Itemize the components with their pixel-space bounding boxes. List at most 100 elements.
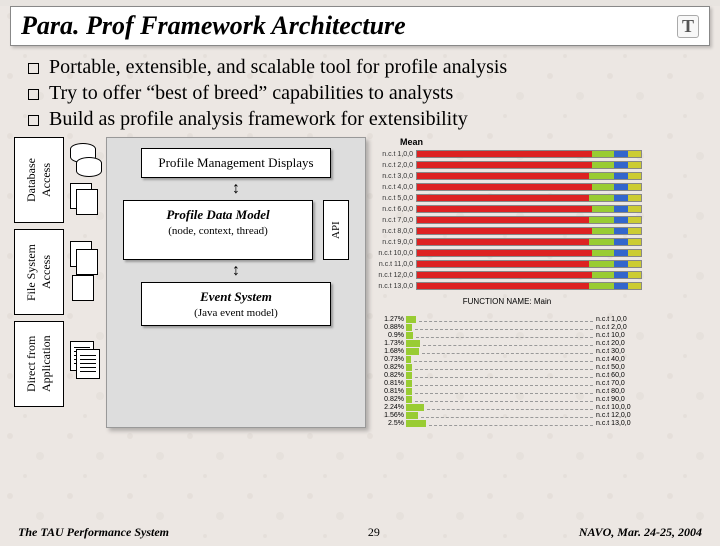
mini-pct: 0.73% [372,356,406,363]
mini-dash [427,406,593,410]
mini-pct: 0.81% [372,388,406,395]
bar-label: n.c.t 8,0,0 [372,228,416,235]
mini-bar [406,388,412,395]
chart-title: Mean [400,137,642,147]
bullet-item: Portable, extensible, and scalable tool … [28,56,692,79]
mini-dash [415,374,593,378]
bar-label: n.c.t 3,0,0 [372,173,416,180]
bar-track [416,150,642,158]
mini-row: 2.5%n.c.t 13,0,0 [372,420,642,427]
mini-row: 0.73%n.c.t 40,0 [372,356,642,363]
mini-bar [406,412,418,419]
mini-dash [422,350,593,354]
mini-end: n.c.t 20,0 [596,340,642,347]
mini-end: n.c.t 30,0 [596,348,642,355]
mini-dash [421,414,593,418]
bar-rows: n.c.t 1,0,0 n.c.t 2,0,0 n.c.t 3,0,0 n.c.t 4… [372,149,642,291]
application-icon [68,321,102,407]
mini-dash [419,318,593,322]
bar-label: n.c.t 2,0,0 [372,162,416,169]
bar-row: n.c.t 10,0,0 [372,248,642,258]
mini-bar [406,324,412,331]
architecture-diagram: Database Access File System Access Direc… [14,137,366,428]
mini-pct: 0.88% [372,324,406,331]
mini-row: 0.81% n.c.t 70,0 [372,380,642,387]
mini-bar [406,316,416,323]
bar-row: n.c.t 6,0,0 [372,204,642,214]
mini-bar [406,372,412,379]
mini-bar [406,380,412,387]
page-title: Para. Prof Framework Architecture [21,11,406,41]
filesystem-icon [68,229,102,315]
bullet-icon [28,63,39,74]
box-label: Profile Management Displays [152,155,320,171]
api-box: API [323,200,349,260]
bar-row: n.c.t 13,0,0 [372,281,642,291]
mini-end: n.c.t 10,0,0 [596,404,642,411]
mini-row: 2.24%n.c.t 10,0,0 [372,404,642,411]
mini-pct: 0.81% [372,380,406,387]
mini-end: n.c.t 13,0,0 [596,420,642,427]
bar-track [416,238,642,246]
mini-row: 1.73% n.c.t 20,0 [372,340,642,347]
box-sublabel: (node, context, thread) [134,225,302,237]
bullet-text: Build as profile analysis framework for … [49,108,468,131]
bar-track [416,172,642,180]
mini-bar [406,332,413,339]
mini-end: n.c.t 10,0 [596,332,642,339]
left-column: Database Access File System Access Direc… [14,137,64,428]
mini-dash [415,390,593,394]
bar-row: n.c.t 7,0,0 [372,215,642,225]
mini-dash [415,398,593,402]
bar-label: n.c.t 9,0,0 [372,239,416,246]
mini-end: n.c.t 1,0,0 [596,316,642,323]
mini-pct: 1.73% [372,340,406,347]
bar-label: n.c.t 4,0,0 [372,184,416,191]
bullet-item: Build as profile analysis framework for … [28,108,692,131]
tau-logo: T [677,15,699,38]
mini-pct: 0.82% [372,372,406,379]
mini-pct: 0.82% [372,396,406,403]
mini-bar [406,396,412,403]
mini-row: 0.9%n.c.t 10,0 [372,332,642,339]
mini-end: n.c.t 2,0,0 [596,324,642,331]
function-name: FUNCTION NAME: Main [372,297,642,306]
bar-row: n.c.t 2,0,0 [372,160,642,170]
bar-row: n.c.t 5,0,0 [372,193,642,203]
footer: The TAU Performance System 29 NAVO, Mar.… [0,525,720,540]
mini-row: 1.27% n.c.t 1,0,0 [372,316,642,323]
bar-track [416,183,642,191]
bar-track [416,205,642,213]
bar-track [416,271,642,279]
mini-row: 0.88% n.c.t 2,0,0 [372,324,642,331]
mini-end: n.c.t 90,0 [596,396,642,403]
mini-pct: 1.56% [372,412,406,419]
bar-label: n.c.t 5,0,0 [372,195,416,202]
mini-pct: 0.82% [372,364,406,371]
bullet-item: Try to offer “best of breed” capabilitie… [28,82,692,105]
mini-row: 1.56%n.c.t 12,0,0 [372,412,642,419]
mini-bar [406,356,411,363]
mini-end: n.c.t 80,0 [596,388,642,395]
event-system-box: Event System (Java event model) [141,282,331,326]
mini-end: n.c.t 70,0 [596,380,642,387]
mini-dash [429,422,593,426]
mini-dash [415,326,593,330]
mini-dash [416,334,593,338]
bar-track [416,282,642,290]
bar-track [416,216,642,224]
title-bar: Para. Prof Framework Architecture T [10,6,710,46]
box-label: Profile Data Model [134,207,302,223]
mini-dash [414,358,593,362]
mini-dash [415,366,593,370]
bullet-list: Portable, extensible, and scalable tool … [28,56,692,131]
content-area: Database Access File System Access Direc… [0,137,720,428]
bullet-icon [28,89,39,100]
bar-track [416,260,642,268]
bar-track [416,227,642,235]
footer-right: NAVO, Mar. 24-25, 2004 [579,525,702,540]
mini-pct: 1.27% [372,316,406,323]
bar-track [416,194,642,202]
bullet-text: Try to offer “best of breed” capabilitie… [49,82,453,105]
bar-label: n.c.t 1,0,0 [372,151,416,158]
